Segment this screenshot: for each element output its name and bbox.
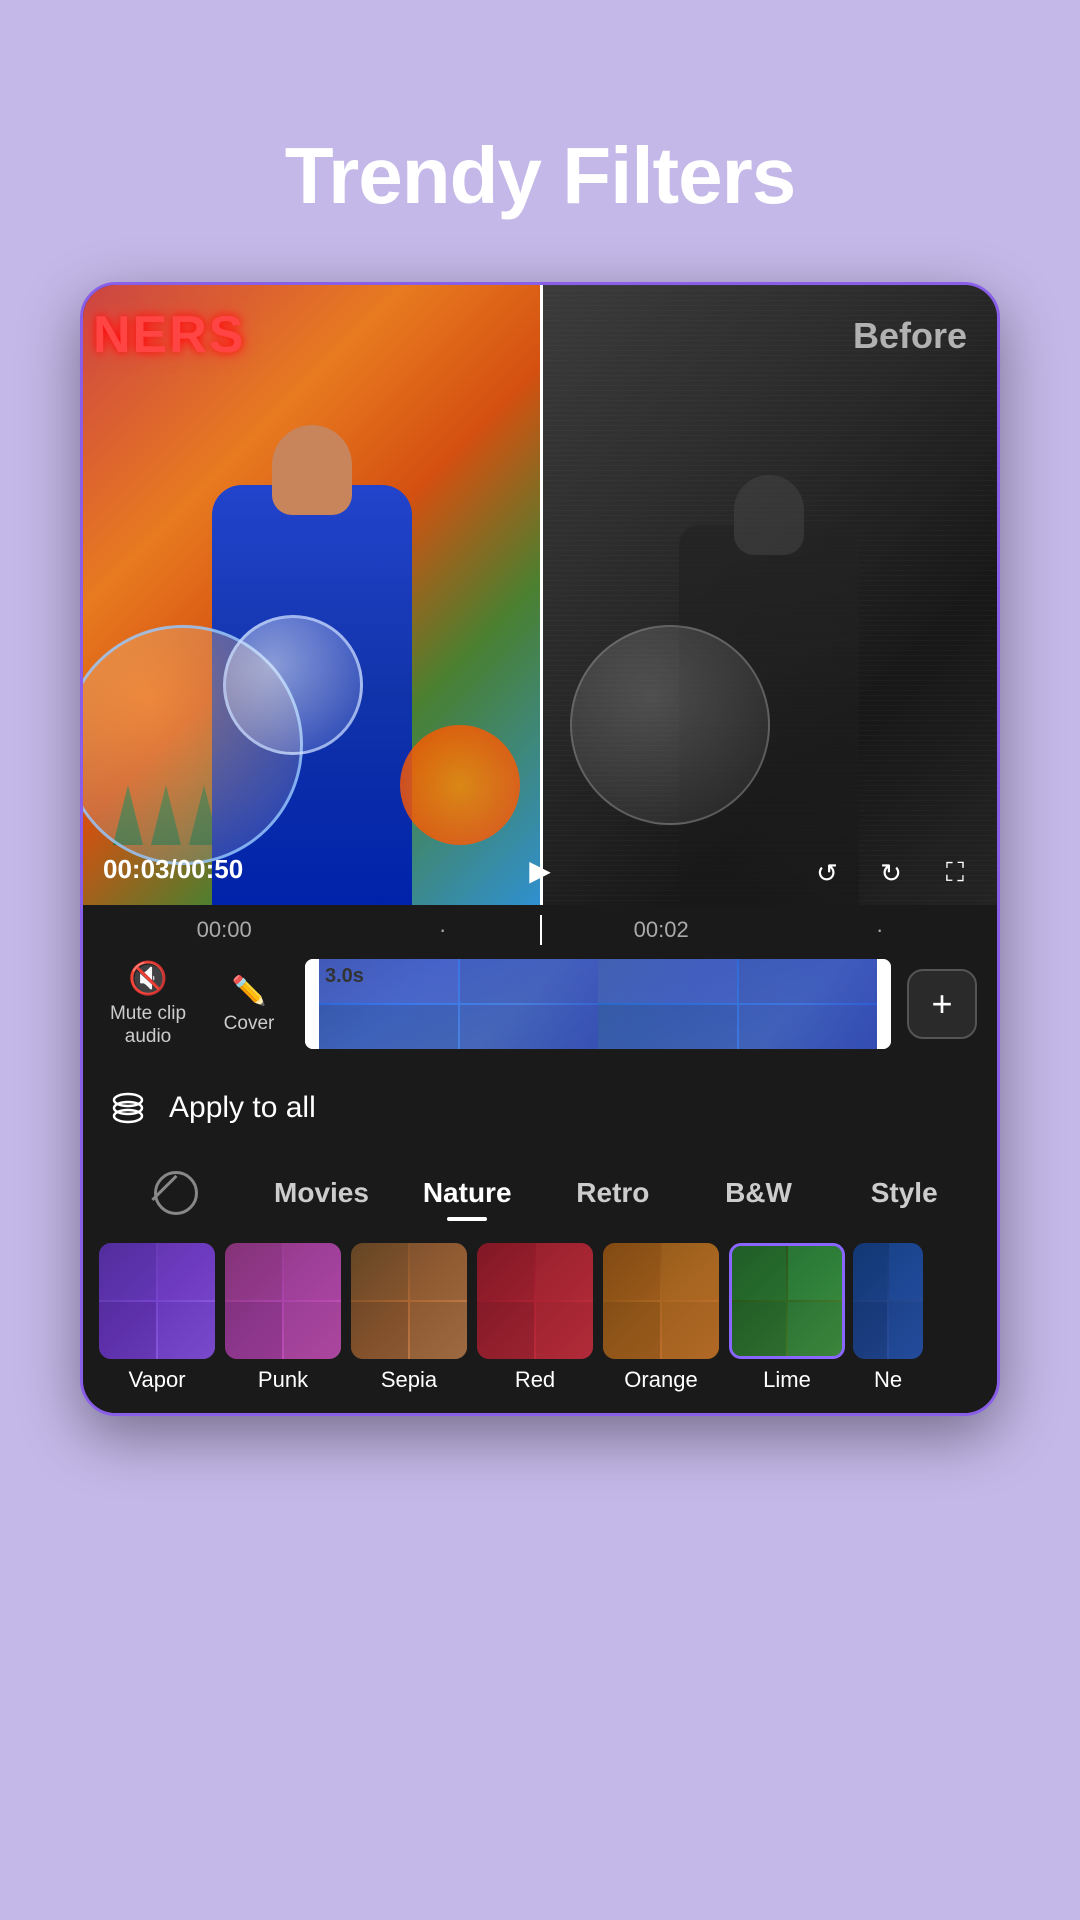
filter-thumb-lime [729, 1243, 845, 1359]
clip-strip[interactable]: 3.0s [305, 959, 891, 1049]
filter-sepia[interactable]: Sepia [349, 1243, 469, 1393]
redo-button[interactable]: ↻ [869, 851, 913, 895]
filter-punk[interactable]: Punk [223, 1243, 343, 1393]
tab-bw[interactable]: B&W [686, 1169, 832, 1217]
ruler-time-start: 00:00 [197, 917, 252, 943]
video-timestamp: 00:03/00:50 [103, 854, 243, 885]
tab-style-label: Style [871, 1177, 938, 1208]
filter-punk-name: Punk [258, 1367, 308, 1393]
tab-movies[interactable]: Movies [249, 1169, 395, 1217]
cover-label: Cover [224, 1013, 275, 1035]
tab-retro[interactable]: Retro [540, 1169, 686, 1217]
ruler-time-dot2: · [876, 917, 883, 943]
tab-retro-label: Retro [576, 1177, 649, 1208]
filter-thumb-sepia [351, 1243, 467, 1359]
filter-strip: Vapor Punk [83, 1233, 997, 1413]
play-button[interactable]: ▶ [515, 845, 565, 895]
filter-thumb-vapor [99, 1243, 215, 1359]
filter-lime-name: Lime [763, 1367, 811, 1393]
filter-sepia-name: Sepia [381, 1367, 437, 1393]
apply-all-row[interactable]: Apply to all [83, 1069, 997, 1147]
timeline-ruler: 00:00 · 00:02 · [103, 915, 977, 945]
mute-clip-button[interactable]: 🔇 Mute clipaudio [103, 959, 193, 1049]
fullscreen-button[interactable]: ⛶ [933, 851, 977, 895]
neon-sign: NERS [93, 305, 245, 365]
timeline-tracks: 🔇 Mute clipaudio ✏️ Cover [103, 949, 977, 1059]
video-left-filtered: NERS 00:03/00:50 [83, 285, 540, 905]
filter-thumb-ne [853, 1243, 923, 1359]
filter-thumb-punk [225, 1243, 341, 1359]
ruler-time-dot1: · [439, 917, 446, 943]
filter-thumb-orange [603, 1243, 719, 1359]
bubble-small [223, 615, 363, 755]
apply-all-icon [103, 1083, 153, 1133]
filter-ne-name: Ne [874, 1367, 902, 1393]
filter-orange-name: Orange [624, 1367, 697, 1393]
tab-bw-label: B&W [725, 1177, 792, 1208]
ruler-time-mid: 00:02 [634, 917, 689, 943]
clip-thumbnail-2 [598, 959, 877, 1049]
tab-nature[interactable]: Nature [394, 1169, 540, 1217]
mute-icon: 🔇 [128, 959, 168, 997]
cover-button[interactable]: ✏️ Cover [209, 974, 289, 1035]
page-title: Trendy Filters [285, 130, 796, 222]
timeline-area: 00:00 · 00:02 · 🔇 Mute clipaudio ✏️ Cove… [83, 905, 997, 1069]
before-label: Before [853, 315, 967, 357]
filter-orange[interactable]: Orange [601, 1243, 721, 1393]
bubble-right [570, 625, 770, 825]
tab-no-filter[interactable] [103, 1163, 249, 1223]
filter-vapor-name: Vapor [128, 1367, 185, 1393]
person-head-right [734, 475, 804, 555]
play-area: ▶ [515, 845, 565, 895]
filter-lime[interactable]: Lime [727, 1243, 847, 1393]
tab-movies-label: Movies [274, 1177, 369, 1208]
tab-nature-label: Nature [423, 1177, 512, 1208]
orange-blob [400, 725, 520, 845]
filter-vapor[interactable]: Vapor [97, 1243, 217, 1393]
clip-duration: 3.0s [325, 965, 364, 988]
filter-ne[interactable]: Ne [853, 1243, 923, 1393]
filter-tabs: Movies Nature Retro B&W Style [83, 1147, 997, 1233]
apply-all-label: Apply to all [169, 1091, 316, 1125]
add-clip-button[interactable]: + [907, 969, 977, 1039]
no-filter-icon [154, 1171, 198, 1215]
person-head-left [272, 425, 352, 515]
video-right-before: Before [540, 285, 997, 905]
filter-thumb-red [477, 1243, 593, 1359]
tab-style[interactable]: Style [831, 1169, 977, 1217]
plus-icon: + [931, 983, 952, 1025]
undo-button[interactable]: ↺ [805, 851, 849, 895]
clip-handle-left[interactable] [305, 959, 319, 1049]
app-card: NERS 00:03/00:50 Before [80, 282, 1000, 1416]
before-after-divider [540, 285, 543, 905]
video-bottom-controls: ↺ ↻ ⛶ [805, 851, 977, 895]
filter-red-name: Red [515, 1367, 555, 1393]
clip-handle-right[interactable] [877, 959, 891, 1049]
edit-icon: ✏️ [232, 974, 267, 1007]
video-preview: NERS 00:03/00:50 Before [83, 285, 997, 905]
filter-red[interactable]: Red [475, 1243, 595, 1393]
timeline-cursor [540, 915, 542, 945]
mute-label: Mute clipaudio [110, 1003, 186, 1049]
